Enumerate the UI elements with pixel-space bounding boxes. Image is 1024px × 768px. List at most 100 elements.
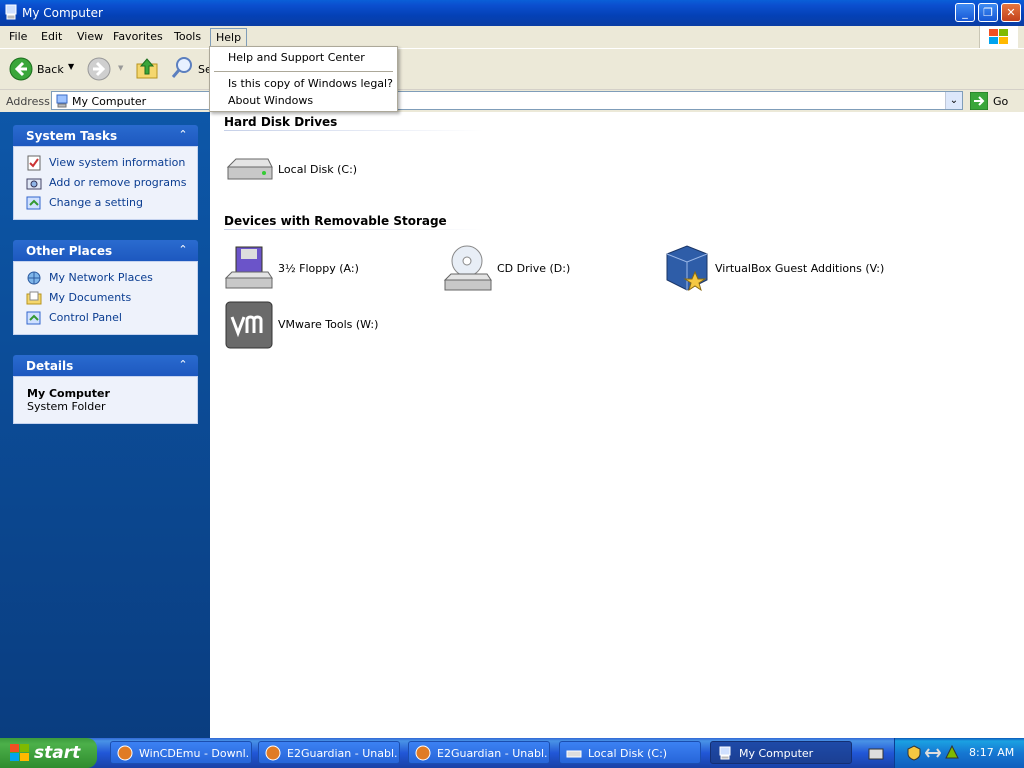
- close-icon: ✕: [1006, 6, 1016, 19]
- menu-item-windows-legal[interactable]: Is this copy of Windows legal?: [228, 77, 393, 90]
- drive-label: 3½ Floppy (A:): [278, 262, 359, 275]
- back-dropdown-icon[interactable]: ▼: [68, 62, 74, 71]
- drive-local-disk-c[interactable]: Local Disk (C:): [224, 145, 424, 195]
- my-network-places-link[interactable]: My Network Places: [14, 268, 197, 288]
- control-panel-icon: [26, 311, 41, 325]
- drive-label: VirtualBox Guest Additions (V:): [715, 262, 885, 275]
- system-tasks-panel: System Tasks ⌃ View system information A…: [13, 125, 198, 220]
- go-label: Go: [993, 95, 1009, 108]
- keyboard-icon[interactable]: [868, 747, 884, 761]
- drive-virtualbox-v[interactable]: VirtualBox Guest Additions (V:): [661, 244, 961, 294]
- security-shield-icon[interactable]: [907, 745, 921, 761]
- drive-cd-d[interactable]: CD Drive (D:): [443, 244, 653, 294]
- taskbar-button-my-computer[interactable]: My Computer: [710, 741, 852, 764]
- menu-bar: File Edit View Favorites Tools Help: [0, 26, 1024, 49]
- other-places-header[interactable]: Other Places ⌃: [13, 240, 198, 261]
- menu-file[interactable]: File: [9, 30, 27, 43]
- system-tray: 8:17 AM: [894, 738, 1024, 768]
- browser-icon: [265, 745, 281, 761]
- details-subtitle: System Folder: [27, 400, 106, 413]
- floppy-drive-icon: [224, 246, 273, 289]
- help-menu-dropdown: Help and Support Center Is this copy of …: [209, 46, 398, 112]
- windows-flag-icon: [10, 744, 29, 761]
- window-title: My Computer: [22, 6, 103, 20]
- taskbar-button-e2guardian-1[interactable]: E2Guardian - Unabl...: [258, 741, 400, 764]
- windows-flag-icon: [989, 29, 1008, 44]
- search-icon[interactable]: [170, 56, 194, 80]
- drive-label: VMware Tools (W:): [278, 318, 379, 331]
- group-title-removable-storage: Devices with Removable Storage: [224, 214, 447, 228]
- menu-item-help-support-center[interactable]: Help and Support Center: [228, 51, 365, 64]
- forward-button[interactable]: [87, 57, 111, 81]
- task-pane: System Tasks ⌃ View system information A…: [0, 112, 210, 738]
- back-label: Back: [37, 63, 64, 76]
- back-button[interactable]: Back ▼: [6, 55, 82, 83]
- drive-label: Local Disk (C:): [278, 163, 358, 176]
- address-value: My Computer: [72, 95, 147, 108]
- vmware-icon: [225, 301, 273, 349]
- group-divider: [224, 229, 484, 230]
- virtualbox-icon: [666, 245, 708, 292]
- taskbar: start WinCDEmu - Downl... E2Guardian - U…: [0, 738, 1024, 768]
- taskbar-button-wincdemu[interactable]: WinCDEmu - Downl...: [110, 741, 252, 764]
- cd-drive-icon: [443, 245, 492, 291]
- system-info-icon: [27, 155, 41, 171]
- taskbar-button-local-disk[interactable]: Local Disk (C:): [559, 741, 701, 764]
- up-folder-button[interactable]: [135, 56, 159, 80]
- go-arrow-icon: [970, 92, 988, 110]
- collapse-chevron-icon[interactable]: ⌃: [176, 128, 190, 142]
- group-title-hard-disk-drives: Hard Disk Drives: [224, 115, 338, 129]
- restore-button[interactable]: ❐: [978, 3, 998, 22]
- view-system-information-link[interactable]: View system information: [14, 153, 197, 173]
- minimize-icon: _: [962, 6, 968, 19]
- back-arrow-icon: [9, 57, 33, 81]
- drive-vmware-tools-w[interactable]: VMware Tools (W:): [224, 300, 444, 350]
- details-panel: Details ⌃ My Computer System Folder: [13, 355, 198, 424]
- menu-edit[interactable]: Edit: [41, 30, 62, 43]
- forward-dropdown-icon[interactable]: ▼: [118, 64, 123, 72]
- details-header[interactable]: Details ⌃: [13, 355, 198, 376]
- menu-tools[interactable]: Tools: [174, 30, 201, 43]
- menu-item-about-windows[interactable]: About Windows: [228, 94, 313, 107]
- hard-disk-icon: [566, 750, 582, 758]
- change-setting-link[interactable]: Change a setting: [14, 193, 197, 213]
- start-label: start: [34, 743, 81, 763]
- my-documents-link[interactable]: My Documents: [14, 288, 197, 308]
- menu-view[interactable]: View: [77, 30, 103, 43]
- group-divider: [224, 130, 484, 131]
- add-remove-programs-link[interactable]: Add or remove programs: [14, 173, 197, 193]
- browser-icon: [415, 745, 431, 761]
- other-places-title: Other Places: [26, 244, 113, 258]
- tray-app-icon[interactable]: [945, 745, 959, 761]
- address-field[interactable]: My Computer ⌄: [51, 91, 963, 110]
- taskbar-button-e2guardian-2[interactable]: E2Guardian - Unabl...: [408, 741, 550, 764]
- start-button[interactable]: start: [0, 738, 97, 768]
- other-places-panel: Other Places ⌃ My Network Places My Docu…: [13, 240, 198, 335]
- my-documents-icon: [26, 291, 42, 305]
- menu-favorites[interactable]: Favorites: [113, 30, 163, 43]
- network-places-icon: [27, 271, 41, 285]
- add-remove-programs-icon: [26, 178, 42, 190]
- my-computer-icon: [5, 4, 17, 20]
- system-tasks-header[interactable]: System Tasks ⌃: [13, 125, 198, 146]
- close-button[interactable]: ✕: [1001, 3, 1021, 22]
- minimize-button[interactable]: _: [955, 3, 975, 22]
- address-dropdown-button[interactable]: ⌄: [945, 92, 962, 109]
- clock[interactable]: 8:17 AM: [969, 746, 1014, 759]
- details-title: Details: [26, 359, 74, 373]
- content-pane: Hard Disk Drives Local Disk (C:) Devices…: [210, 112, 1024, 738]
- title-bar[interactable]: My Computer _ ❐ ✕: [0, 0, 1024, 26]
- control-panel-link[interactable]: Control Panel: [14, 308, 197, 328]
- drive-label: CD Drive (D:): [497, 262, 571, 275]
- browser-icon: [117, 745, 133, 761]
- network-icon[interactable]: [925, 746, 941, 760]
- details-name: My Computer: [27, 387, 110, 400]
- menu-separator: [214, 71, 393, 72]
- collapse-chevron-icon[interactable]: ⌃: [176, 358, 190, 372]
- my-computer-icon: [56, 94, 68, 108]
- drive-floppy-a[interactable]: 3½ Floppy (A:): [224, 244, 434, 294]
- address-bar: Address My Computer ⌄ Go: [0, 90, 1024, 112]
- menu-help[interactable]: Help: [210, 28, 248, 46]
- collapse-chevron-icon[interactable]: ⌃: [176, 243, 190, 257]
- system-tasks-title: System Tasks: [26, 129, 118, 143]
